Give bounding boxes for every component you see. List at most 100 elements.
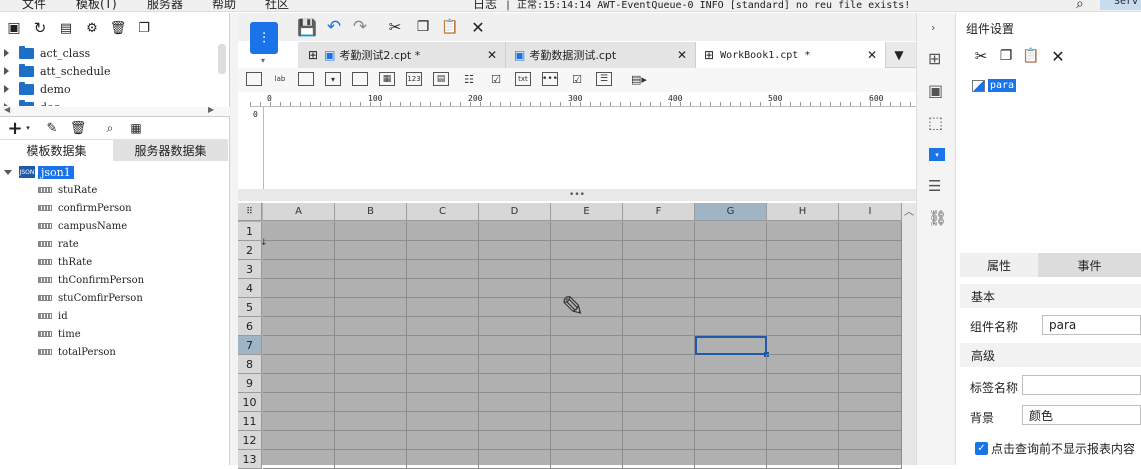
sheet-cell[interactable] bbox=[839, 450, 902, 469]
row-header[interactable]: 10 bbox=[238, 393, 262, 412]
row-header[interactable]: 7 bbox=[238, 336, 262, 355]
dataset-field[interactable]: confirmPerson bbox=[38, 199, 132, 217]
sheet-cell[interactable] bbox=[263, 450, 335, 469]
sheet-cell[interactable] bbox=[263, 412, 335, 431]
sheet-cell[interactable] bbox=[407, 241, 479, 260]
sheet-cell[interactable] bbox=[263, 222, 335, 241]
tree-scrollbar[interactable] bbox=[218, 44, 226, 74]
menu-community[interactable]: 社区 bbox=[265, 0, 289, 11]
save-icon[interactable]: 💾 bbox=[297, 18, 317, 37]
sheet-cell[interactable] bbox=[479, 450, 551, 469]
sheet-cell[interactable] bbox=[839, 336, 902, 355]
paste-icon[interactable]: 📋 bbox=[441, 18, 459, 36]
tab-properties[interactable]: 属性 bbox=[960, 253, 1038, 277]
sheet-cell[interactable] bbox=[623, 431, 695, 450]
expand-icon[interactable] bbox=[4, 49, 9, 57]
settings-icon[interactable]: ⚙ bbox=[84, 20, 100, 36]
delete-dataset-icon[interactable]: 🗑 bbox=[70, 120, 87, 136]
tab-workbook1[interactable]: ⊞ WorkBook1.cpt * ✕ bbox=[696, 42, 886, 68]
dataset-field[interactable]: totalPerson bbox=[38, 343, 116, 361]
sheet-cell[interactable] bbox=[695, 393, 767, 412]
tab-attendance-test2[interactable]: ⊞ ▣ 考勤测试2.cpt * ✕ bbox=[298, 42, 506, 68]
row-header[interactable]: 6 bbox=[238, 317, 262, 336]
close-tab-icon[interactable]: ✕ bbox=[677, 48, 687, 62]
sheet-cell[interactable] bbox=[263, 298, 335, 317]
float-element-icon[interactable]: ⬚ bbox=[928, 113, 943, 132]
redo-icon[interactable]: ↷ bbox=[351, 17, 369, 37]
column-header[interactable]: H bbox=[767, 203, 839, 221]
sheet-cell[interactable] bbox=[407, 279, 479, 298]
sheet-cell[interactable] bbox=[839, 393, 902, 412]
tab-list-icon[interactable]: ▼ bbox=[890, 46, 908, 64]
sheet-cell[interactable] bbox=[695, 450, 767, 469]
close-tab-icon[interactable]: ✕ bbox=[487, 48, 497, 62]
sheet-cell[interactable] bbox=[407, 317, 479, 336]
sheet-cell[interactable] bbox=[335, 260, 407, 279]
close-tab-icon[interactable]: ✕ bbox=[867, 48, 877, 62]
tree-folder-demo[interactable]: demo bbox=[4, 80, 71, 98]
hyperlink-icon[interactable]: ⛓ bbox=[928, 209, 947, 227]
column-header[interactable]: A bbox=[263, 203, 335, 221]
cut-icon[interactable]: ✂ bbox=[972, 47, 990, 65]
dropdown-widget-icon[interactable]: ▾ bbox=[325, 72, 341, 86]
sheet-cell[interactable] bbox=[767, 279, 839, 298]
sheet-cell[interactable] bbox=[623, 374, 695, 393]
row-header[interactable]: 4 bbox=[238, 279, 262, 298]
sheet-cell[interactable] bbox=[767, 260, 839, 279]
label-widget-icon[interactable] bbox=[246, 72, 262, 86]
sheet-cell[interactable] bbox=[623, 450, 695, 469]
sheet-cell[interactable] bbox=[479, 431, 551, 450]
checkbox-widget-icon[interactable]: ☑ bbox=[569, 72, 585, 86]
checkbox-group-icon[interactable]: ☑ bbox=[488, 72, 504, 86]
sheet-cell[interactable] bbox=[695, 298, 767, 317]
sheet-cell[interactable] bbox=[479, 222, 551, 241]
sheet-cell[interactable] bbox=[839, 241, 902, 260]
sheet-cell[interactable] bbox=[551, 393, 623, 412]
delete-icon[interactable]: 🗑 bbox=[110, 20, 127, 36]
tab-server-dataset[interactable]: 服务器数据集 bbox=[113, 139, 228, 161]
sheet-cell[interactable] bbox=[479, 241, 551, 260]
collapse-icon[interactable] bbox=[4, 169, 12, 175]
widget-para[interactable]: para bbox=[972, 79, 1017, 92]
row-header[interactable]: 3 bbox=[238, 260, 262, 279]
expand-icon[interactable] bbox=[4, 67, 9, 75]
hide-report-checkbox[interactable]: ✓ 点击查询前不显示报表内容 bbox=[975, 440, 1135, 457]
sheet-cell[interactable] bbox=[479, 298, 551, 317]
sheet-cell[interactable] bbox=[551, 450, 623, 469]
sheet-cell[interactable] bbox=[479, 355, 551, 374]
column-header[interactable]: I bbox=[839, 203, 902, 221]
sheet-cell[interactable] bbox=[623, 298, 695, 317]
sheet-cell[interactable] bbox=[623, 241, 695, 260]
sheet-cell[interactable] bbox=[479, 279, 551, 298]
sheet-cell[interactable] bbox=[551, 222, 623, 241]
column-header[interactable]: D bbox=[479, 203, 551, 221]
sheet-cell[interactable] bbox=[551, 241, 623, 260]
sheet-cell[interactable] bbox=[695, 431, 767, 450]
sheet-cell[interactable] bbox=[479, 336, 551, 355]
radio-group-icon[interactable]: ☷ bbox=[461, 72, 477, 86]
sheet-cell[interactable] bbox=[263, 241, 335, 260]
sheet-cell[interactable] bbox=[767, 241, 839, 260]
row-header[interactable]: 1 bbox=[238, 222, 262, 241]
server-dataset-icon[interactable]: ▦ bbox=[128, 120, 144, 136]
sheet-cell[interactable] bbox=[767, 412, 839, 431]
sheet-cell[interactable] bbox=[551, 412, 623, 431]
sheet-cell[interactable] bbox=[335, 393, 407, 412]
more-widgets-icon[interactable]: ▤▸ bbox=[631, 72, 647, 86]
row-header[interactable]: 2 bbox=[238, 241, 262, 260]
sheet-cell[interactable] bbox=[335, 374, 407, 393]
sheet-cell[interactable] bbox=[839, 412, 902, 431]
open-icon[interactable]: ▤ bbox=[58, 20, 74, 36]
column-header[interactable]: F bbox=[623, 203, 695, 221]
tab-attendance-data-test[interactable]: ▣ 考勤数据测试.cpt ✕ bbox=[506, 42, 696, 68]
row-header[interactable]: 11 bbox=[238, 412, 262, 431]
tag-name-input[interactable] bbox=[1022, 375, 1141, 395]
sheet-cell[interactable] bbox=[551, 355, 623, 374]
menu-file[interactable]: 文件 bbox=[22, 0, 46, 11]
button-widget-icon[interactable] bbox=[298, 72, 314, 86]
pane-splitter[interactable]: ••• bbox=[238, 189, 916, 201]
dataset-field[interactable]: time bbox=[38, 325, 81, 343]
tree-folder-act-class[interactable]: act_class bbox=[4, 44, 90, 62]
dataset-field[interactable]: thConfirmPerson bbox=[38, 271, 144, 289]
password-widget-icon[interactable]: ••• bbox=[542, 72, 558, 86]
